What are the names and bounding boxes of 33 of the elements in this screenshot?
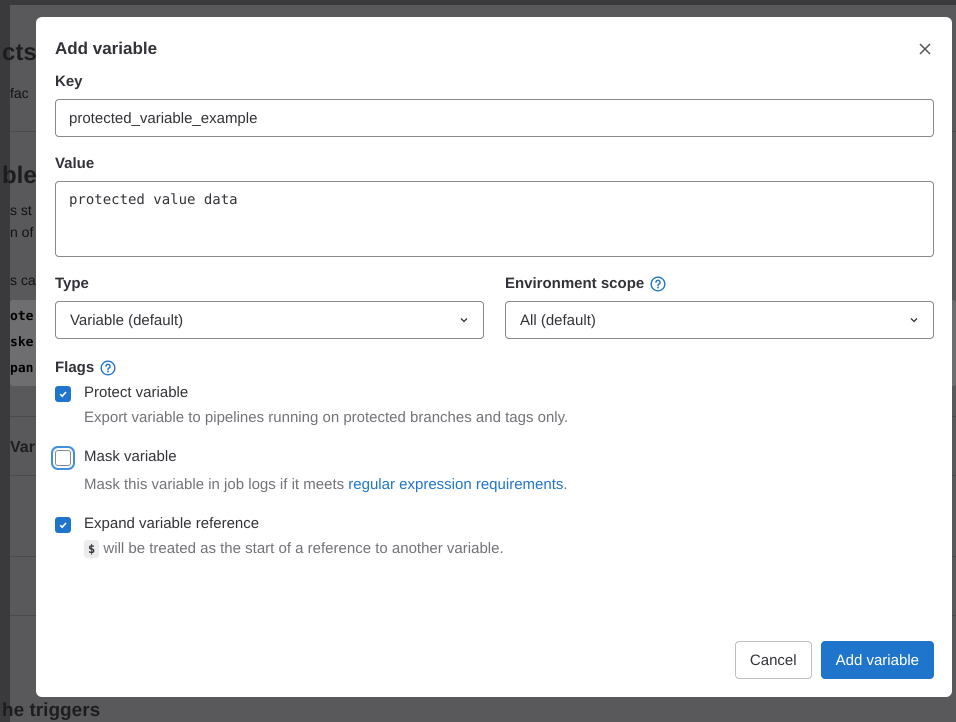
cancel-button[interactable]: Cancel <box>734 641 812 679</box>
checkbox-label: Protect variable <box>84 384 190 403</box>
page-heading: cts <box>2 39 37 67</box>
page-text: s ca <box>10 272 36 288</box>
value-field[interactable]: protected value data <box>55 181 934 257</box>
page-text: fac <box>10 85 29 101</box>
page-heading: he triggers <box>2 699 100 722</box>
flags-label: Flags <box>55 359 94 376</box>
check-icon <box>58 389 68 399</box>
page-text: s st <box>10 202 32 218</box>
type-dropdown[interactable]: Variable (default) <box>55 301 484 339</box>
check-icon <box>58 520 68 530</box>
help-text: Mask this variable in job logs if it meets regular expression requirements. <box>84 476 569 493</box>
help-text: Export variable to pipelines running on protected branches and tags only. <box>84 409 570 426</box>
page-text: n of <box>10 224 34 240</box>
value-label: Value <box>55 155 94 172</box>
help-icon[interactable] <box>650 276 666 292</box>
environment-scope-label: Environment scope <box>505 275 644 292</box>
add-button[interactable]: Add variable <box>820 641 934 679</box>
requirements-link[interactable]: regular expression requirements <box>348 476 564 493</box>
environment-scope-dropdown[interactable]: All (default) <box>505 301 934 339</box>
dialog-title: Add variable <box>55 39 158 59</box>
checkbox[interactable] <box>55 517 71 533</box>
help-icon[interactable] <box>100 360 116 376</box>
type-label: Type <box>55 275 89 292</box>
section-heading: Var <box>10 439 35 457</box>
checkbox[interactable] <box>55 386 71 402</box>
checkbox-label: Expand variable reference <box>84 515 260 534</box>
help-text: $ will be treated as the start of a reference to another variable. <box>84 540 934 557</box>
page-heading: ble <box>2 162 37 190</box>
key-label: Key <box>55 73 83 90</box>
key-field[interactable]: protected_variable_example <box>55 99 934 137</box>
checkbox-label: Mask variable <box>84 448 178 467</box>
